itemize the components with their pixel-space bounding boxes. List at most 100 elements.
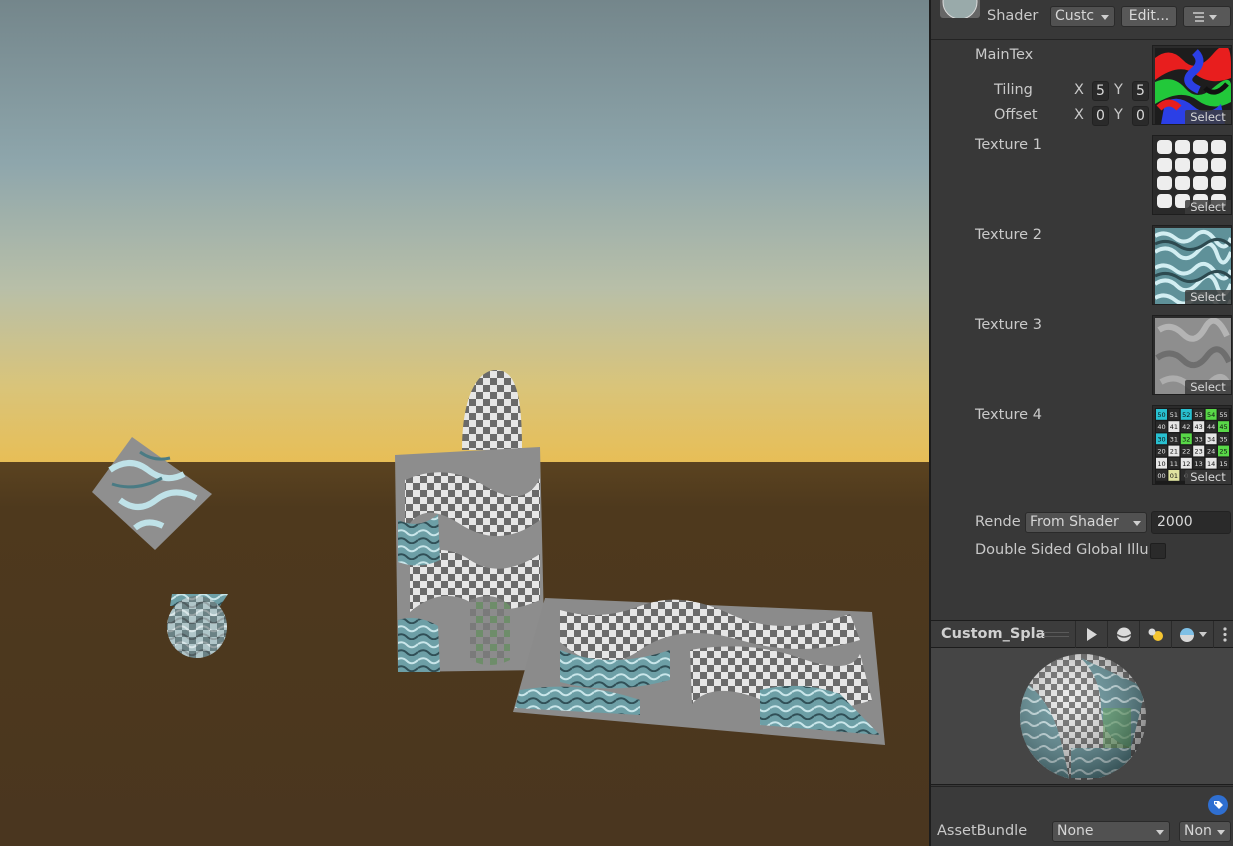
offset-x-field[interactable]: 0 (1092, 106, 1109, 126)
uv-grid-number: 40 (1157, 423, 1165, 431)
uv-grid-number: 31 (1170, 435, 1178, 443)
inspector-panel: Shader Custc Edit... MainTex Tiling X 5 … (929, 0, 1233, 846)
uv-grid-number: 00 (1157, 472, 1165, 480)
chevron-down-icon (1217, 830, 1225, 835)
edit-shader-button[interactable]: Edit... (1121, 6, 1177, 27)
preview-title: Custom_Spla (941, 626, 1046, 642)
shader-options-button[interactable] (1183, 6, 1231, 27)
asset-bundle-name-value: None (1057, 823, 1094, 839)
shader-dropdown[interactable]: Custc (1050, 6, 1115, 27)
play-button[interactable] (1075, 621, 1107, 648)
uv-grid-number: 20 (1157, 448, 1165, 456)
uv-grid-number: 22 (1182, 448, 1190, 456)
render-queue-mode: From Shader (1030, 514, 1119, 530)
texture-4-label: Texture 4 (975, 407, 1042, 423)
texture-3-select-button[interactable]: Select (1185, 380, 1231, 394)
offset-y-field[interactable]: 0 (1132, 106, 1149, 126)
uv-grid-number: 01 (1170, 472, 1178, 480)
chevron-down-icon (1133, 521, 1141, 526)
maintex-slot[interactable]: Select (1152, 45, 1232, 125)
uv-grid-number: 25 (1219, 448, 1227, 456)
render-queue-label: Rende (975, 514, 1021, 530)
scene-view[interactable] (0, 0, 929, 846)
uv-grid-number: 10 (1157, 460, 1165, 468)
texture-3-slot[interactable]: Select (1152, 315, 1232, 395)
uv-grid-number: 30 (1157, 435, 1165, 443)
shader-dropdown-value: Custc (1055, 8, 1095, 24)
asset-bundle-name-dropdown[interactable]: None (1052, 821, 1170, 842)
texture-4-select-button[interactable]: Select (1185, 470, 1231, 484)
preview-drag-handle[interactable] (1043, 632, 1069, 637)
asset-bundle-variant-value: Non (1184, 823, 1212, 839)
uv-grid-number: 51 (1170, 411, 1178, 419)
asset-label-icon (1214, 801, 1223, 809)
uv-grid-number: 34 (1207, 435, 1215, 443)
sphere-icon (1116, 627, 1132, 642)
uv-grid-number: 13 (1195, 460, 1203, 468)
maintex-label: MainTex (975, 47, 1034, 63)
tiling-label: Tiling (994, 82, 1033, 98)
play-icon (1087, 628, 1097, 641)
uv-grid-number: 11 (1170, 460, 1178, 468)
tiling-x-field[interactable]: 5 (1092, 81, 1109, 101)
uv-grid-number: 23 (1195, 448, 1203, 456)
uv-grid-number: 32 (1182, 435, 1190, 443)
texture-2-label: Texture 2 (975, 227, 1042, 243)
texture-1-select-button[interactable]: Select (1185, 200, 1231, 214)
tiling-y-label: Y (1114, 82, 1123, 98)
header-divider (931, 39, 1233, 40)
preview-mesh-dropdown[interactable] (1171, 621, 1213, 648)
texture-4-slot[interactable]: 50 51 52 53 54 55 40 41 42 43 44 45 30 31 32 33 34 35 20 21… (1152, 405, 1232, 485)
uv-grid-number: 43 (1195, 423, 1203, 431)
uv-grid-number: 41 (1170, 423, 1178, 431)
preview-sphere-button[interactable] (1107, 621, 1139, 648)
chevron-down-icon (1101, 15, 1109, 20)
preview-light-button[interactable] (1139, 621, 1171, 648)
list-settings-icon (1193, 12, 1217, 22)
tiling-x-label: X (1074, 82, 1084, 98)
uv-grid-number: 12 (1182, 460, 1190, 468)
uv-grid-number: 24 (1207, 448, 1215, 456)
texture-1-label: Texture 1 (975, 137, 1042, 153)
texture-2-slot[interactable]: Select (1152, 225, 1232, 305)
render-queue-field[interactable]: 2000 (1151, 511, 1231, 534)
asset-label-button[interactable] (1208, 795, 1228, 815)
offset-x-label: X (1074, 107, 1084, 123)
texture-2-select-button[interactable]: Select (1185, 290, 1231, 304)
preview-more-button[interactable] (1213, 621, 1233, 648)
light-icon (1148, 628, 1163, 641)
uv-grid-number: 52 (1182, 411, 1190, 419)
uv-grid-number: 35 (1219, 435, 1227, 443)
double-sided-gi-label: Double Sided Global Illu (975, 542, 1149, 558)
uv-grid-number: 55 (1219, 411, 1227, 419)
sky (0, 0, 929, 465)
preview-toolbar: Custom_Spla (931, 620, 1233, 648)
material-preview[interactable] (931, 648, 1233, 785)
texture-1-slot[interactable]: Select (1152, 135, 1232, 215)
more-icon (1223, 627, 1227, 642)
scene-canvas[interactable] (0, 0, 929, 846)
uv-grid-number: 42 (1182, 423, 1190, 431)
uv-grid-number: 45 (1219, 423, 1227, 431)
preview-sphere (1020, 654, 1146, 780)
uv-grid-number: 50 (1157, 411, 1165, 419)
shader-label: Shader (987, 8, 1039, 24)
asset-bundle-bar: AssetBundle None Non (931, 786, 1233, 846)
asset-bundle-variant-dropdown[interactable]: Non (1179, 821, 1231, 842)
texture-3-label: Texture 3 (975, 317, 1042, 333)
uv-grid-number: 15 (1219, 460, 1227, 468)
material-thumbnail (940, 0, 980, 18)
uv-grid-number: 33 (1195, 435, 1203, 443)
uv-grid-number: 53 (1195, 411, 1203, 419)
double-sided-gi-checkbox[interactable] (1150, 543, 1166, 559)
tiling-y-field[interactable]: 5 (1132, 81, 1149, 101)
offset-label: Offset (994, 107, 1038, 123)
asset-bundle-label: AssetBundle (937, 823, 1028, 839)
uv-grid-number: 14 (1207, 460, 1215, 468)
render-queue-dropdown[interactable]: From Shader (1025, 512, 1147, 533)
uv-grid-number: 21 (1170, 448, 1178, 456)
chevron-down-icon (1156, 830, 1164, 835)
uv-grid-number: 54 (1207, 411, 1215, 419)
preview-mesh-icon (1180, 628, 1207, 642)
maintex-select-button[interactable]: Select (1185, 110, 1231, 124)
